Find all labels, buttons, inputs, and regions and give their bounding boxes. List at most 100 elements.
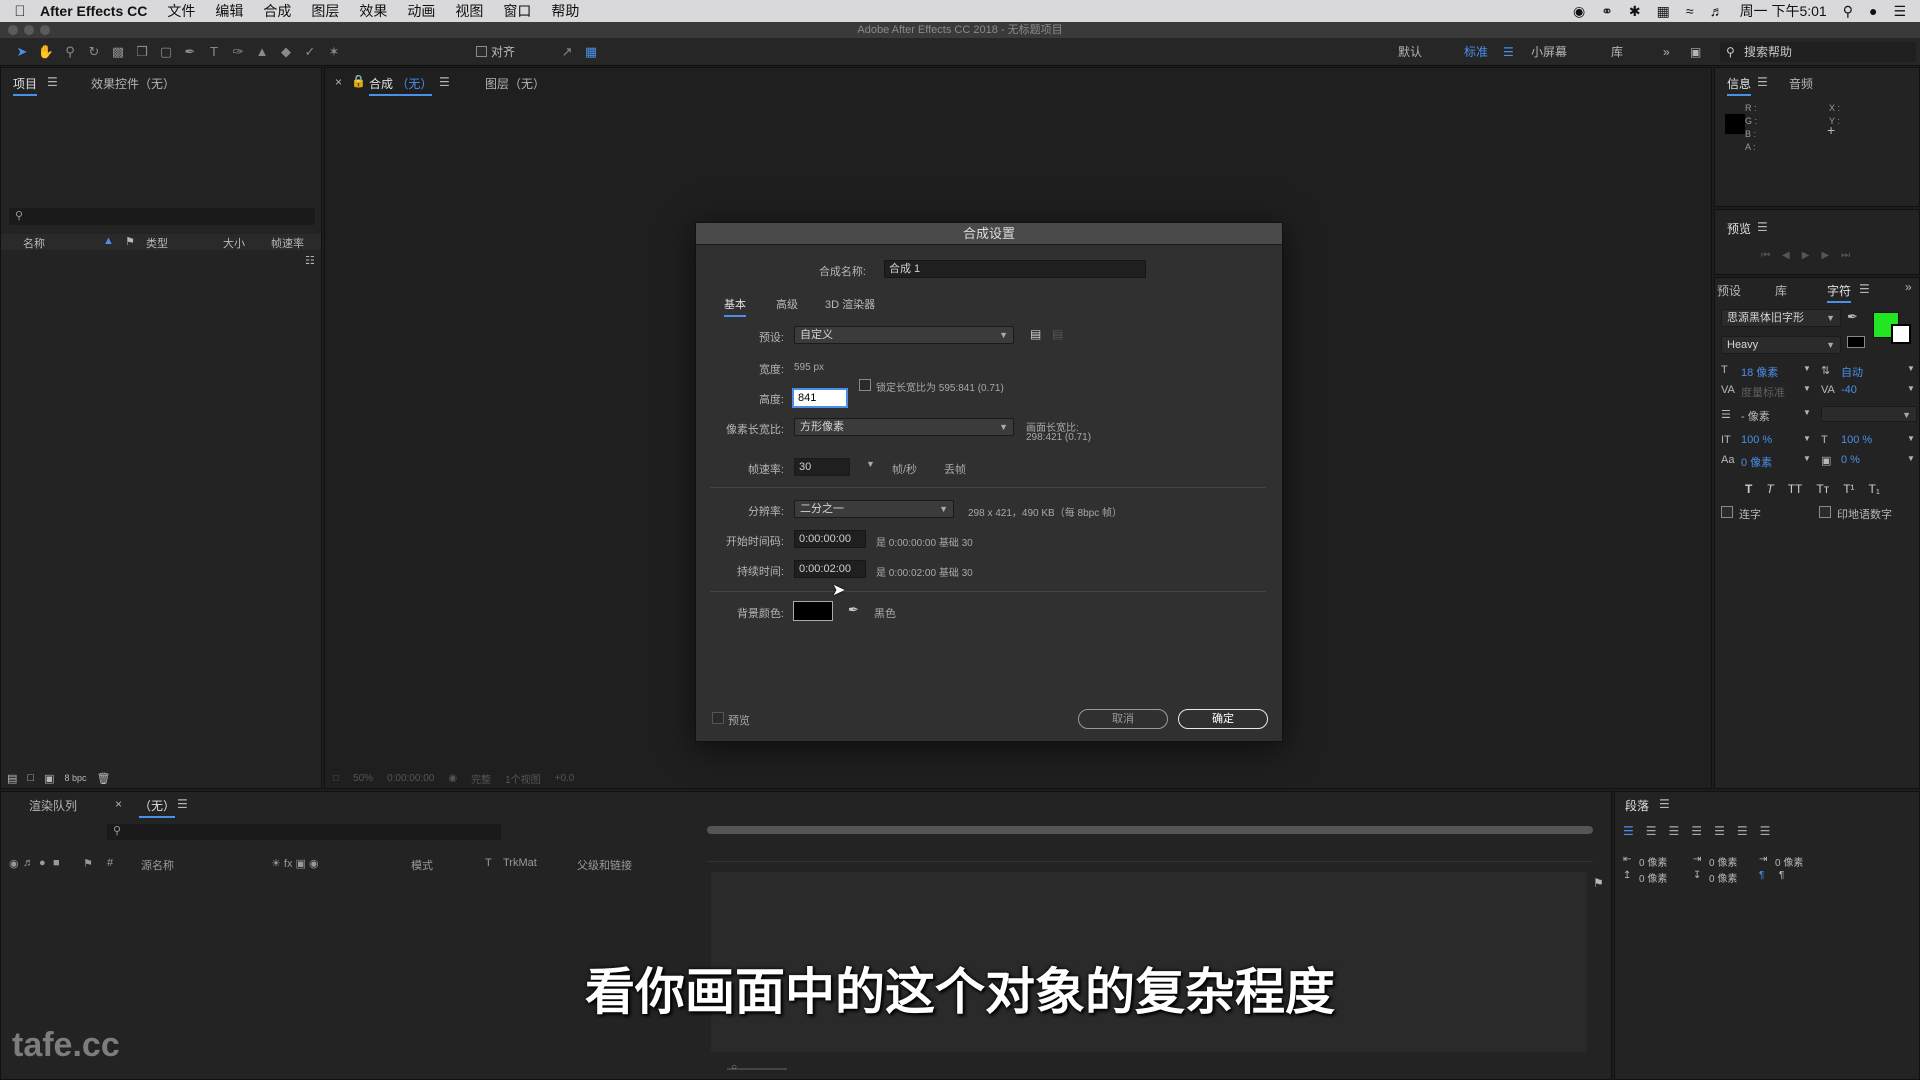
panel-overflow-icon[interactable]: » — [1905, 280, 1912, 294]
region-of-interest-icon[interactable]: □ — [333, 773, 339, 784]
menu-animation[interactable]: 动画 — [407, 1, 435, 21]
window-controls[interactable] — [8, 25, 50, 35]
roto-brush-tool-icon[interactable]: ✓ — [298, 40, 322, 64]
bluetooth-icon[interactable]: ✱ — [1629, 3, 1641, 20]
space-before-value[interactable]: 0 像素 — [1639, 870, 1667, 885]
eraser-tool-icon[interactable]: ◆ — [274, 40, 298, 64]
panel-menu-icon[interactable]: ☰ — [1659, 797, 1670, 811]
menu-view[interactable]: 视图 — [455, 1, 483, 21]
camera-tool-icon[interactable]: ▩ — [106, 40, 130, 64]
justify-right-icon[interactable]: ☰ — [1737, 824, 1748, 838]
tab-project[interactable]: 项目 — [13, 75, 38, 96]
tsume-value[interactable]: 0 % — [1841, 454, 1860, 466]
panel-menu-icon[interactable]: ☰ — [47, 75, 58, 89]
tab-character[interactable]: 字符 — [1827, 282, 1852, 303]
column-parent[interactable]: 父级和链接 — [577, 857, 632, 873]
tab-audio[interactable]: 音频 — [1789, 75, 1813, 92]
comp-marker-icon[interactable]: ⚑ — [1593, 876, 1604, 890]
tab-3d-renderer[interactable]: 3D 渲染器 — [825, 296, 875, 312]
leading-value[interactable]: 自动 — [1841, 364, 1863, 380]
menu-help[interactable]: 帮助 — [551, 1, 579, 21]
column-size[interactable]: 大小 — [223, 235, 245, 251]
drop-frame-select[interactable]: 丢帧 — [944, 461, 966, 477]
fps-dropdown-icon[interactable]: ▼ — [866, 459, 875, 469]
faux-bold-icon[interactable]: T — [1745, 482, 1752, 496]
current-time[interactable]: 0:00:00:00 — [387, 773, 434, 784]
workspace-small-screen[interactable]: 小屏幕 — [1531, 38, 1567, 66]
black-swatch[interactable] — [1847, 336, 1865, 348]
solo-icon[interactable]: ● — [39, 857, 46, 869]
baseline-shift-value[interactable]: 0 像素 — [1741, 454, 1772, 470]
font-family-select[interactable]: 思源黑体旧字形 ▼ — [1721, 309, 1841, 327]
record-icon[interactable]: ◉ — [1573, 3, 1585, 20]
column-trkmat[interactable]: TrkMat — [503, 857, 537, 869]
app-menu[interactable]: After Effects CC — [40, 3, 147, 19]
panel-menu-icon[interactable]: ☰ — [177, 797, 188, 811]
tab-presets[interactable]: 预设 — [1717, 282, 1741, 299]
close-tab-icon[interactable]: × — [115, 797, 122, 811]
snap-grid-icon[interactable]: ▦ — [579, 40, 603, 64]
font-style-select[interactable]: Heavy ▼ — [1721, 336, 1841, 354]
snapshot-icon[interactable]: ◉ — [448, 773, 457, 784]
resolution-select[interactable]: 二分之一 ▼ — [794, 500, 954, 518]
lock-icon[interactable]: ■ — [53, 857, 60, 869]
label-tag-icon[interactable]: ⚑ — [125, 235, 135, 248]
ligature-checkbox[interactable] — [1721, 506, 1733, 518]
sort-ascending-icon[interactable]: ▲ — [103, 235, 114, 247]
tab-composition[interactable]: 合成 （无） — [369, 75, 433, 96]
chevron-down-icon[interactable]: ▼ — [1803, 408, 1811, 417]
tab-libraries[interactable]: 库 — [1775, 282, 1787, 299]
height-input[interactable]: 841 — [792, 388, 848, 408]
column-source-name[interactable]: 源名称 — [141, 857, 174, 873]
justify-left-icon[interactable]: ☰ — [1691, 824, 1702, 838]
align-left-icon[interactable]: ☰ — [1623, 824, 1634, 838]
last-frame-icon[interactable]: ⏭ — [1841, 250, 1850, 261]
tab-basic[interactable]: 基本 — [724, 296, 746, 317]
bit-depth-button[interactable]: 8 bpc — [64, 773, 86, 783]
space-after-value[interactable]: 0 像素 — [1709, 870, 1737, 885]
brush-tool-icon[interactable]: ✑ — [226, 40, 250, 64]
zoom-slider-handle-icon[interactable]: ○ — [731, 1062, 737, 1073]
apple-icon[interactable]:  — [0, 3, 40, 20]
time-ruler[interactable] — [707, 842, 1593, 862]
volume-icon[interactable]: ♬ — [1710, 3, 1724, 19]
align-checkbox[interactable] — [476, 46, 487, 57]
menu-effect[interactable]: 效果 — [359, 1, 387, 21]
preview-checkbox[interactable] — [712, 712, 724, 724]
horizontal-scale-value[interactable]: 100 % — [1841, 434, 1872, 446]
workspace-library[interactable]: 库 — [1611, 38, 1623, 66]
tab-paragraph[interactable]: 段落 — [1625, 797, 1649, 816]
eyedropper-icon[interactable]: ✒ — [848, 602, 859, 618]
hindi-digits-checkbox[interactable] — [1819, 506, 1831, 518]
vertical-scale-value[interactable]: 100 % — [1741, 434, 1772, 446]
workspace-menu-icon[interactable]: ☰ — [1503, 38, 1514, 66]
ok-button[interactable]: 确定 — [1178, 709, 1268, 729]
tab-effect-controls[interactable]: 效果控件（无） — [91, 75, 175, 92]
preset-select[interactable]: 自定义 ▼ — [794, 326, 1014, 344]
tab-preview[interactable]: 预览 — [1727, 220, 1751, 239]
views-select[interactable]: 1个视图 — [505, 771, 541, 786]
tab-timeline-comp[interactable]: （无） — [139, 797, 176, 818]
chevron-down-icon[interactable]: ▼ — [1803, 454, 1811, 463]
label-tag-icon[interactable]: ⚑ — [83, 857, 93, 870]
save-preset-icon[interactable]: ▤ — [1030, 327, 1041, 341]
lock-icon[interactable]: 🔒 — [351, 74, 366, 88]
align-right-icon[interactable]: ☰ — [1669, 824, 1680, 838]
justify-center-icon[interactable]: ☰ — [1714, 824, 1725, 838]
menu-file[interactable]: 文件 — [167, 1, 195, 21]
prev-frame-icon[interactable]: ◀ — [1782, 250, 1790, 261]
siri-icon[interactable]: ● — [1869, 3, 1877, 19]
panel-menu-icon[interactable]: ☰ — [439, 75, 450, 89]
workspace-default[interactable]: 默认 — [1398, 38, 1422, 66]
first-frame-icon[interactable]: ⏮ — [1761, 250, 1770, 261]
chevron-down-icon[interactable]: ▼ — [1907, 434, 1915, 443]
all-caps-icon[interactable]: TT — [1788, 482, 1803, 496]
play-icon[interactable]: ▶ — [1802, 250, 1810, 261]
resolution-select[interactable]: 完整 — [471, 771, 491, 786]
stroke-color-swatch[interactable] — [1891, 324, 1911, 344]
rectangle-tool-icon[interactable]: ▢ — [154, 40, 178, 64]
interpret-footage-icon[interactable]: ▤ — [7, 772, 17, 785]
chevron-down-icon[interactable]: ▼ — [1803, 384, 1811, 393]
chevron-down-icon[interactable]: ▼ — [1907, 384, 1915, 393]
justify-all-icon[interactable]: ☰ — [1760, 824, 1771, 838]
